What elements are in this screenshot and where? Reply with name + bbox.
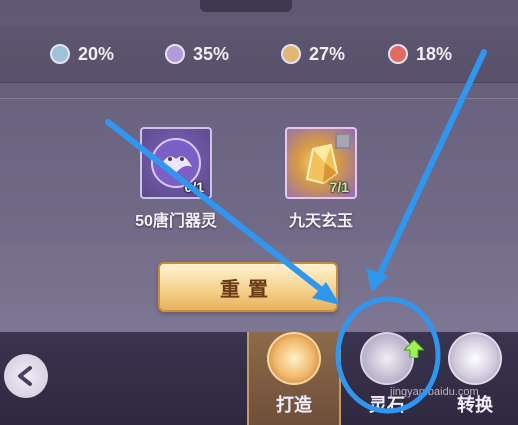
annotation-overlay bbox=[105, 49, 487, 414]
arrow-head bbox=[366, 268, 388, 292]
annotation-circle bbox=[335, 296, 441, 414]
annotation-arrow bbox=[105, 119, 331, 298]
annotation-arrow bbox=[375, 49, 487, 281]
